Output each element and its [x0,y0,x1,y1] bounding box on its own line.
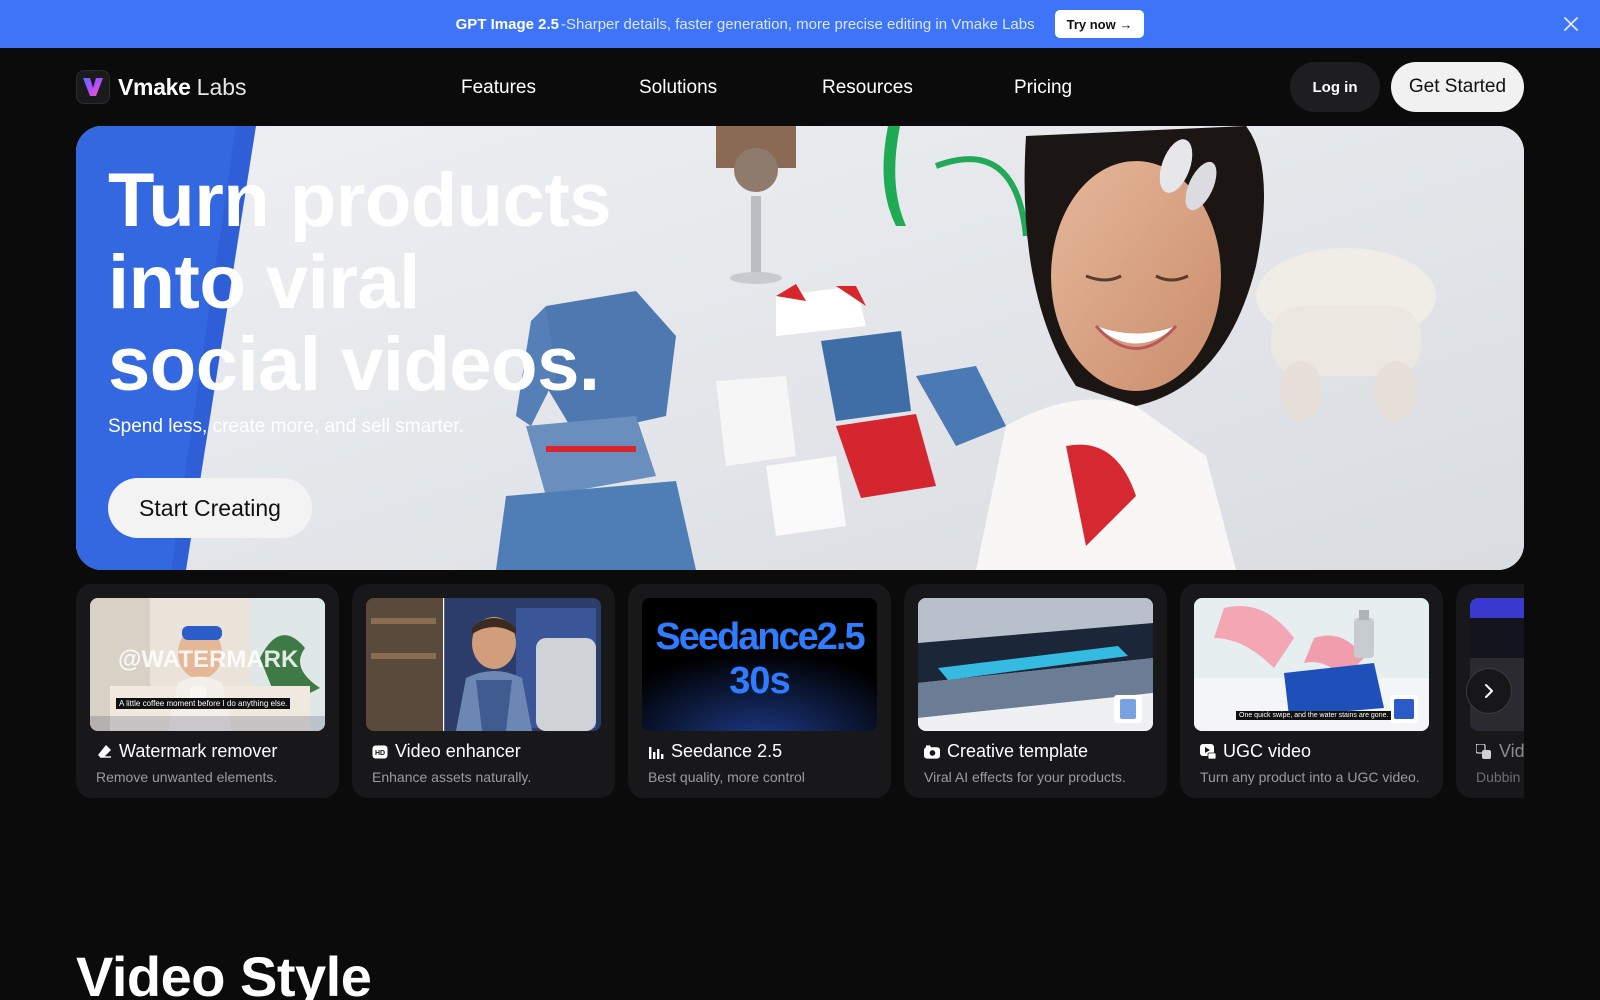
seedance-overlay-line-2: 30s [729,660,790,702]
card-thumbnail: @WATERMARK A little coffee moment before… [90,598,325,731]
card-title-text: UGC video [1223,741,1312,761]
card-thumbnail [918,598,1153,731]
svg-text:HD: HD [375,750,385,757]
card-watermark-remover[interactable]: @WATERMARK A little coffee moment before… [76,584,339,798]
translate-icon [1476,744,1492,760]
watermark-caption: A little coffee moment before I do anyth… [116,698,291,709]
card-thumbnail [366,598,601,731]
hd-icon: HD [372,744,388,760]
card-description: Enhance assets naturally. [372,769,532,785]
hero-headline: Turn products into viral social videos. [108,160,611,406]
card-title-text: Vid [1499,741,1524,761]
nav-item-resources[interactable]: Resources [822,77,913,99]
brand-name: Vmake [118,73,191,100]
card-thumbnail: One quick swipe, and the water stains ar… [1194,598,1429,731]
carousel-next-button[interactable] [1466,668,1512,714]
feature-carousel: @WATERMARK A little coffee moment before… [76,584,1524,798]
top-navigation: Vmake Labs Features Solutions Resources … [0,48,1600,126]
promo-banner: GPT Image 2.5 -Sharper details, faster g… [0,0,1600,48]
card-ugc-video[interactable]: One quick swipe, and the water stains ar… [1180,584,1443,798]
card-thumbnail: Seedance2.5 30s [642,598,877,731]
card-title: Seedance 2.5 [648,741,782,762]
card-title-text: Creative template [947,741,1089,761]
get-started-button[interactable]: Get Started [1391,62,1524,112]
card-creative-template[interactable]: Creative template Viral AI effects for y… [904,584,1167,798]
login-button[interactable]: Log in [1290,62,1380,112]
hero-headline-line-1: Turn products [108,158,611,243]
card-title: HD Video enhancer [372,741,521,762]
vmake-logo-icon [76,70,110,104]
brand-suffix: Labs [196,73,247,100]
card-title: UGC video [1200,741,1311,762]
card-seedance[interactable]: Seedance2.5 30s Seedance 2.5 Best qualit… [628,584,891,798]
card-description: Dubbin [1476,769,1521,785]
ugc-icon [1200,744,1216,760]
card-description: Viral AI effects for your products. [924,769,1126,785]
card-title: Vid [1476,741,1524,762]
hero-subtitle: Spend less, create more, and sell smarte… [108,416,464,437]
card-title: Creative template [924,741,1088,762]
card-title-text: Watermark remover [119,741,278,761]
nav-item-features[interactable]: Features [461,77,536,99]
card-video-enhancer[interactable]: HD Video enhancer Enhance assets natural… [352,584,615,798]
seedance-overlay-line-1: Seedance2.5 [655,616,865,658]
promo-description: -Sharper details, faster generation, mor… [561,15,1035,33]
hero-banner: Turn products into viral social videos. … [76,126,1524,570]
chevron-right-icon [1482,683,1496,699]
promo-title: GPT Image 2.5 [455,15,560,33]
try-now-button[interactable]: Try now → [1054,10,1145,38]
nav-item-solutions[interactable]: Solutions [639,77,717,99]
logo[interactable]: Vmake Labs [76,70,247,104]
hero-headline-line-3: social videos. [108,322,600,407]
eraser-icon [96,744,112,760]
card-title-text: Video enhancer [395,741,521,761]
close-icon[interactable] [1560,13,1582,35]
bar-chart-icon [648,744,664,760]
watermark-overlay-text: @WATERMARK [118,646,299,673]
card-title-text: Seedance 2.5 [671,741,783,761]
card-description: Remove unwanted elements. [96,769,278,785]
nav-item-pricing[interactable]: Pricing [1014,77,1072,99]
hero-headline-line-2: into viral [108,240,420,325]
card-description: Turn any product into a UGC video. [1200,769,1420,785]
section-title-video-style: Video Style [76,945,372,1000]
card-description: Best quality, more control [648,769,805,785]
camera-template-icon [924,744,940,760]
card-title: Watermark remover [96,741,277,762]
ugc-caption: One quick swipe, and the water stains ar… [1236,711,1392,720]
start-creating-button[interactable]: Start Creating [108,478,312,538]
